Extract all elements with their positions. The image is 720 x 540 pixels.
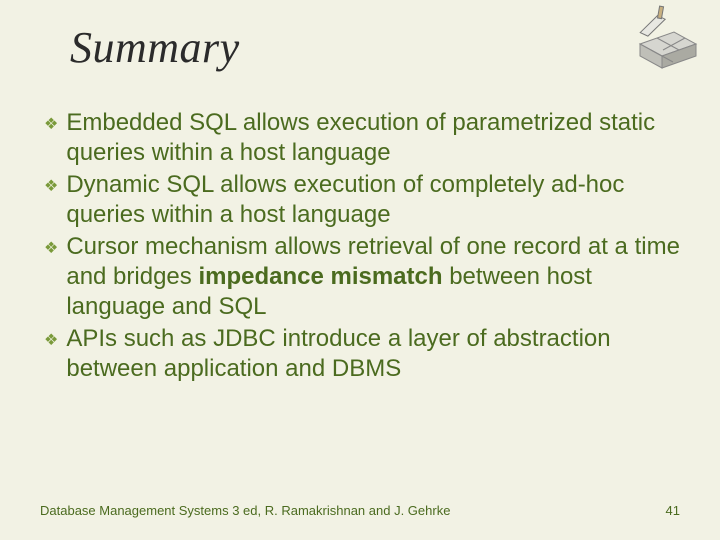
list-item: ❖ APIs such as JDBC introduce a layer of… bbox=[44, 324, 680, 384]
list-item: ❖ Cursor mechanism allows retrieval of o… bbox=[44, 232, 680, 322]
list-item-text: Embedded SQL allows execution of paramet… bbox=[66, 108, 680, 168]
page-number: 41 bbox=[666, 503, 680, 518]
list-item-text: Cursor mechanism allows retrieval of one… bbox=[66, 232, 680, 322]
bullet-list: ❖ Embedded SQL allows execution of param… bbox=[44, 108, 680, 386]
slide: Summary ❖ Embedded SQL allows execution … bbox=[0, 0, 720, 540]
list-item-text: APIs such as JDBC introduce a layer of a… bbox=[66, 324, 680, 384]
bullet-icon: ❖ bbox=[44, 234, 58, 264]
list-item: ❖ Embedded SQL allows execution of param… bbox=[44, 108, 680, 168]
brick-trowel-icon bbox=[610, 4, 702, 72]
bullet-icon: ❖ bbox=[44, 110, 58, 140]
list-item: ❖ Dynamic SQL allows execution of comple… bbox=[44, 170, 680, 230]
slide-title: Summary bbox=[70, 22, 240, 73]
list-item-text: Dynamic SQL allows execution of complete… bbox=[66, 170, 680, 230]
bullet-icon: ❖ bbox=[44, 326, 58, 356]
footer-citation: Database Management Systems 3 ed, R. Ram… bbox=[40, 503, 450, 518]
bullet-icon: ❖ bbox=[44, 172, 58, 202]
